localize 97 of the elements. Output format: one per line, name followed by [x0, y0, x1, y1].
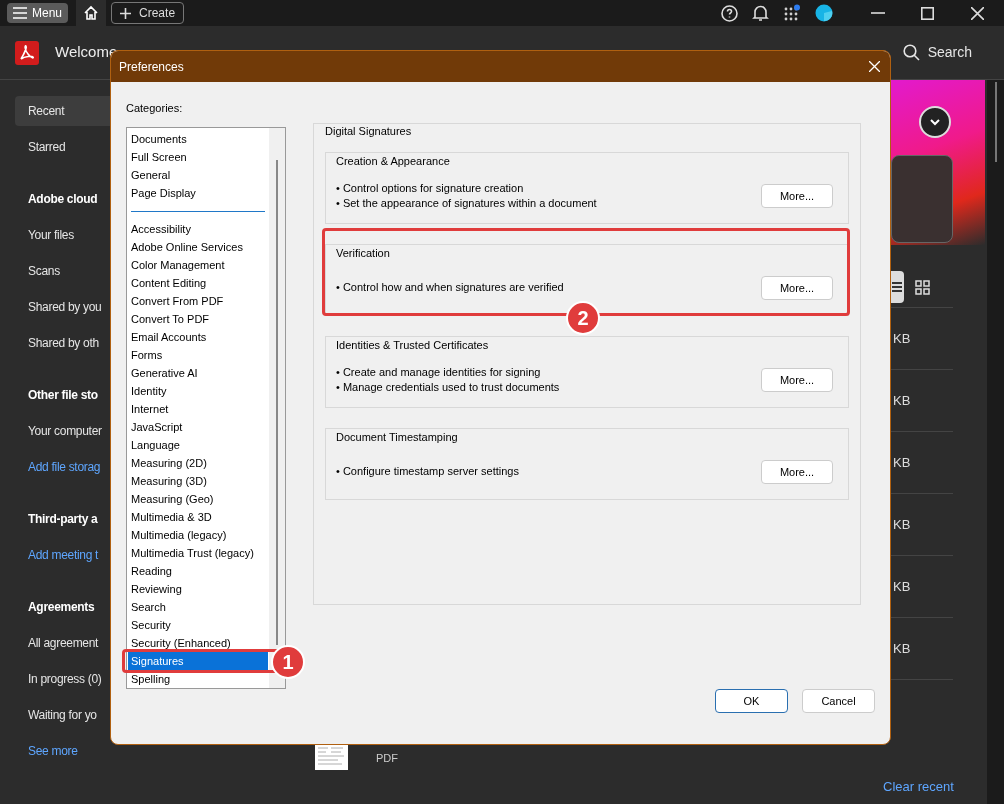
- more-button[interactable]: More...: [761, 183, 833, 208]
- more-button[interactable]: More...: [761, 275, 833, 300]
- category-item[interactable]: Forms: [128, 345, 268, 364]
- group-title: Document Timestamping: [336, 429, 459, 445]
- avatar-icon[interactable]: [815, 4, 833, 22]
- category-item[interactable]: Convert To PDF: [128, 309, 268, 328]
- group-description: • Set the appearance of signatures within a document: [336, 195, 598, 211]
- category-item[interactable]: Content Editing: [128, 273, 268, 292]
- category-item[interactable]: Language: [128, 435, 268, 454]
- category-item[interactable]: Email Accounts: [128, 327, 268, 346]
- close-icon: [869, 61, 880, 72]
- sidebar-link[interactable]: Add file storag: [15, 458, 101, 476]
- category-item[interactable]: General: [127, 165, 269, 184]
- group-title: Verification: [336, 245, 391, 261]
- close-icon: [971, 6, 984, 20]
- clear-recent-link[interactable]: Clear recent: [855, 776, 985, 796]
- bell-icon: [752, 4, 769, 22]
- plus-icon: [120, 7, 132, 19]
- more-button[interactable]: More...: [761, 459, 833, 484]
- file-size: KB: [893, 391, 911, 410]
- list-scrollbar[interactable]: [269, 127, 285, 688]
- panel-title: Digital Signatures: [325, 124, 413, 139]
- app-logo-icon: [15, 40, 39, 65]
- sidebar-item[interactable]: Your files: [15, 220, 110, 250]
- sidebar-item[interactable]: Scans: [15, 256, 110, 286]
- category-item[interactable]: Spelling: [128, 669, 268, 688]
- file-thumbnail[interactable]: [315, 744, 348, 770]
- scrollbar[interactable]: [987, 80, 1004, 804]
- welcome-title: Welcome: [55, 42, 118, 63]
- category-item[interactable]: Multimedia (legacy): [128, 525, 268, 544]
- file-size: KB: [893, 515, 911, 534]
- dialog-button[interactable]: OK: [715, 689, 788, 713]
- dialog-title: Preferences: [119, 58, 184, 76]
- sidebar-item[interactable]: Recent: [15, 96, 110, 126]
- file-size: KB: [893, 639, 911, 658]
- category-item[interactable]: Security (Enhanced): [128, 633, 268, 652]
- sidebar-heading: Other file sto: [27, 387, 98, 404]
- category-item[interactable]: Identity: [128, 381, 268, 400]
- category-item[interactable]: Measuring (2D): [128, 453, 268, 472]
- group-title: Creation & Appearance: [336, 153, 451, 169]
- create-button[interactable]: Create: [111, 2, 185, 24]
- grid-view-icon[interactable]: [915, 279, 930, 295]
- chevron-button[interactable]: [919, 106, 951, 138]
- category-item[interactable]: Search: [128, 597, 268, 616]
- help-icon: [721, 4, 738, 22]
- sidebar-item[interactable]: Shared by you: [15, 292, 110, 322]
- sidebar-link[interactable]: Add meeting t: [15, 546, 99, 564]
- category-item[interactable]: Page Display: [127, 183, 269, 202]
- group-description: • Manage credentials used to trust documents: [336, 379, 561, 395]
- sidebar-item[interactable]: Starred: [15, 132, 110, 162]
- category-item[interactable]: Accessibility: [128, 219, 268, 238]
- more-button[interactable]: More...: [761, 367, 833, 392]
- category-item[interactable]: Documents: [127, 129, 269, 148]
- apps-icon[interactable]: [783, 4, 801, 22]
- file-size: KB: [893, 329, 911, 348]
- category-item[interactable]: Measuring (Geo): [128, 489, 268, 508]
- category-item[interactable]: Adobe Online Services: [128, 237, 268, 256]
- category-item[interactable]: Color Management: [128, 255, 268, 274]
- category-item[interactable]: Measuring (3D): [128, 471, 268, 490]
- group-title: Identities & Trusted Certificates: [336, 337, 490, 353]
- category-item[interactable]: Multimedia Trust (legacy): [128, 543, 268, 562]
- sidebar-item[interactable]: Shared by oth: [15, 328, 110, 358]
- chevron-down-icon: [930, 118, 940, 126]
- sidebar-heading: Agreements: [27, 599, 95, 616]
- menu-icon: [13, 7, 27, 19]
- group-description: • Create and manage identities for signing: [336, 364, 542, 380]
- search-icon: [902, 44, 920, 61]
- sidebar-item[interactable]: Your computer: [15, 416, 110, 446]
- category-item[interactable]: Reading: [128, 561, 268, 580]
- sidebar-item[interactable]: All agreement: [15, 628, 110, 658]
- sidebar-link[interactable]: See more: [15, 742, 78, 760]
- home-tab[interactable]: [76, 0, 107, 26]
- sidebar-heading: Third-party a: [27, 511, 98, 528]
- maximize-icon: [921, 6, 934, 20]
- file-size: KB: [893, 453, 911, 472]
- category-item[interactable]: JavaScript: [128, 417, 268, 436]
- menu-button[interactable]: Menu: [7, 3, 69, 23]
- category-item[interactable]: Convert From PDF: [128, 291, 268, 310]
- home-icon: [83, 5, 100, 21]
- file-size: KB: [893, 577, 911, 596]
- category-item[interactable]: Security: [128, 615, 268, 634]
- sidebar-item[interactable]: Waiting for yo: [15, 700, 110, 730]
- group-description: • Configure timestamp server settings: [336, 464, 520, 480]
- category-item[interactable]: Generative AI: [128, 363, 268, 382]
- group-description: • Control how and when signatures are verified: [336, 280, 565, 296]
- category-item[interactable]: Reviewing: [128, 579, 268, 598]
- list-icon: [892, 282, 902, 292]
- dialog-button[interactable]: Cancel: [802, 689, 875, 713]
- search-button[interactable]: Search: [902, 42, 972, 63]
- sidebar-item[interactable]: In progress (0): [15, 664, 110, 694]
- sidebar-heading: Adobe cloud: [27, 191, 98, 208]
- category-item[interactable]: Multimedia & 3D: [128, 507, 268, 526]
- file-type: PDF: [376, 751, 398, 766]
- group-description: • Control options for signature creation: [336, 180, 525, 196]
- categories-label: Categories:: [126, 101, 184, 116]
- category-item[interactable]: Full Screen: [127, 147, 269, 166]
- category-item[interactable]: Internet: [128, 399, 268, 418]
